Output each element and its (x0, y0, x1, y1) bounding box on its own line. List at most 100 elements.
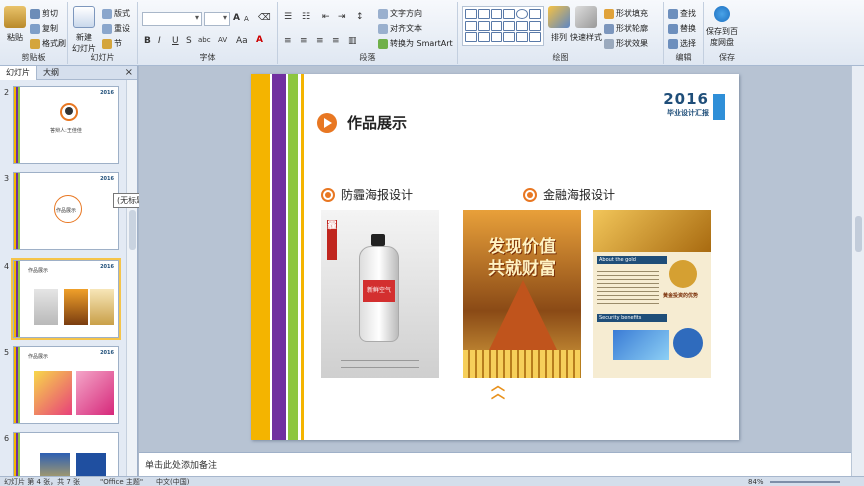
slide-thumbnail[interactable]: 2016 作品展示 (13, 346, 119, 424)
slide-canvas[interactable]: 作品展示 2016 毕业设计汇报 防霾海报设计 金融海报设计 霾 新鲜空气 发现… (251, 74, 739, 440)
thumbnail-stripes (14, 261, 21, 337)
save-to-cloud-button[interactable]: 保存到百 度网盘 (706, 6, 738, 48)
italic-button[interactable]: I (158, 36, 161, 46)
align-center-icon[interactable]: ≡ (300, 36, 308, 46)
text-direction-button[interactable]: 文字方向 (378, 8, 422, 19)
scissors-icon (30, 8, 40, 19)
scroll-thumb[interactable] (855, 216, 862, 252)
thumbnail-caption: 作品展示 (28, 268, 49, 274)
radio-dot-icon (321, 187, 335, 202)
notes-pane[interactable]: 单击此处添加备注 (139, 452, 851, 476)
thumbnail-caption: 作品展示 (55, 208, 76, 214)
thumbnail-row[interactable]: 3 2016 作品展示 (0, 172, 126, 254)
slide-title[interactable]: 作品展示 (347, 112, 407, 133)
quick-styles-button[interactable]: 快速样式 (570, 6, 602, 43)
spacing-button[interactable]: AV (218, 36, 227, 44)
editing-group-label: 编辑 (675, 53, 692, 62)
editor-scrollbar[interactable] (851, 66, 864, 476)
paragraph-group-label: 段落 (359, 53, 376, 62)
shadow-button[interactable]: abc (198, 36, 211, 44)
reset-button[interactable]: 重设 (102, 23, 130, 34)
outline-icon (604, 23, 614, 34)
font-size-combo[interactable] (204, 12, 230, 26)
tab-slides[interactable]: 幻灯片 (0, 65, 37, 80)
shrink-font-button[interactable]: A (244, 15, 249, 23)
thumbnail-row[interactable]: 6 (0, 432, 126, 476)
thumbnail-row[interactable]: 4 2016 作品展示 (0, 258, 126, 342)
align-left-icon[interactable]: ≡ (284, 36, 292, 46)
indent-increase-icon[interactable]: ⇥ (338, 12, 346, 22)
section-label-2[interactable]: 金融海报设计 (523, 186, 615, 203)
gold-pyramid (489, 280, 557, 350)
section-label-1[interactable]: 防霾海报设计 (321, 186, 413, 203)
bold-button[interactable]: B (144, 36, 151, 46)
bottle-label: 新鲜空气 (363, 280, 395, 302)
thumbnail-scrollbar[interactable] (126, 80, 137, 476)
shape-outline-button[interactable]: 形状轮廓 (604, 23, 648, 34)
year-badge[interactable]: 2016 毕业设计汇报 (663, 90, 709, 118)
indent-decrease-icon[interactable]: ⇤ (322, 12, 330, 22)
align-text-button[interactable]: 对齐文本 (378, 23, 422, 34)
section-icon (102, 38, 112, 49)
poster-text-block (597, 268, 659, 304)
zoom-level[interactable]: 84% (748, 477, 764, 486)
tab-outline[interactable]: 大纲 (37, 66, 65, 80)
case-button[interactable]: Aa (236, 36, 248, 46)
slide-thumbnail[interactable] (13, 432, 119, 476)
find-icon (668, 8, 678, 19)
thumbnail-poster-2 (76, 371, 114, 415)
paste-button[interactable]: 粘贴 (4, 6, 26, 43)
shape-fill-button[interactable]: 形状填充 (604, 8, 648, 19)
align-right-icon[interactable]: ≡ (316, 36, 324, 46)
gold-info-poster-image[interactable]: About the gold 黄金投资的优势 Security benefits (593, 210, 711, 378)
smartart-button[interactable]: 转换为 SmartArt (378, 38, 453, 49)
slide-title-row[interactable]: 作品展示 (317, 112, 407, 133)
layout-button[interactable]: 版式 (102, 8, 130, 19)
thumbnail-number: 4 (4, 262, 10, 271)
thumbnail-number: 6 (4, 434, 10, 443)
thumbnail-row[interactable]: 2 2016 答辩人:王佳佳 (0, 86, 126, 168)
zoom-slider[interactable] (770, 481, 840, 483)
new-slide-button[interactable]: 新建 幻灯片 (72, 6, 96, 54)
slide-thumbnail-selected[interactable]: 2016 作品展示 (11, 258, 121, 340)
poster-security-bar: Security benefits (597, 314, 667, 322)
section-button[interactable]: 节 (102, 38, 122, 49)
slide-thumbnail[interactable]: 2016 答辩人:王佳佳 (13, 86, 119, 164)
stripe-yellow (251, 74, 270, 440)
format-painter-button[interactable]: 格式刷 (30, 38, 66, 49)
underline-button[interactable]: U (172, 36, 179, 46)
save-group: 保存到百 度网盘 保存 (704, 2, 750, 64)
smog-poster-image[interactable]: 霾 新鲜空气 (321, 210, 439, 378)
cut-button[interactable]: 剪切 (30, 8, 58, 19)
scroll-thumb[interactable] (129, 210, 136, 250)
grow-font-button[interactable]: A (233, 13, 240, 23)
find-button[interactable]: 查找 (668, 8, 696, 19)
theme-status[interactable]: "Office 主题" (100, 477, 143, 486)
thumbnail-number: 5 (4, 348, 10, 357)
brush-icon (30, 38, 40, 49)
font-color-icon[interactable]: A (256, 35, 263, 45)
arrange-icon (548, 6, 570, 28)
copy-button[interactable]: 复制 (30, 23, 58, 34)
replace-button[interactable]: 替换 (668, 23, 696, 34)
double-chevron-up-icon[interactable]: ︿ ︿ (491, 379, 505, 401)
numbering-icon[interactable]: ☷ (302, 12, 310, 22)
columns-icon[interactable]: ▥ (348, 36, 357, 46)
cloud-icon (714, 6, 730, 22)
line-spacing-icon[interactable]: ↕ (356, 12, 364, 22)
thumbnail-row[interactable]: 5 2016 作品展示 (0, 346, 126, 428)
arrange-button[interactable]: 排列 (548, 6, 570, 43)
shapes-gallery[interactable] (462, 6, 544, 46)
justify-icon[interactable]: ≡ (332, 36, 340, 46)
slide-thumbnail[interactable]: 2016 作品展示 (13, 172, 119, 250)
language-status[interactable]: 中文(中国) (156, 477, 189, 486)
thumbnail-stripes (14, 87, 21, 163)
gold-value-poster-image[interactable]: 发现价值 共就财富 (463, 210, 581, 378)
bullets-icon[interactable]: ☰ (284, 12, 292, 22)
select-button[interactable]: 选择 (668, 38, 696, 49)
font-name-combo[interactable] (142, 12, 202, 26)
close-panel-icon[interactable]: × (125, 66, 133, 80)
strike-button[interactable]: S (186, 36, 192, 46)
clear-format-icon[interactable]: ⌫ (258, 13, 271, 23)
shape-effects-button[interactable]: 形状效果 (604, 38, 648, 49)
